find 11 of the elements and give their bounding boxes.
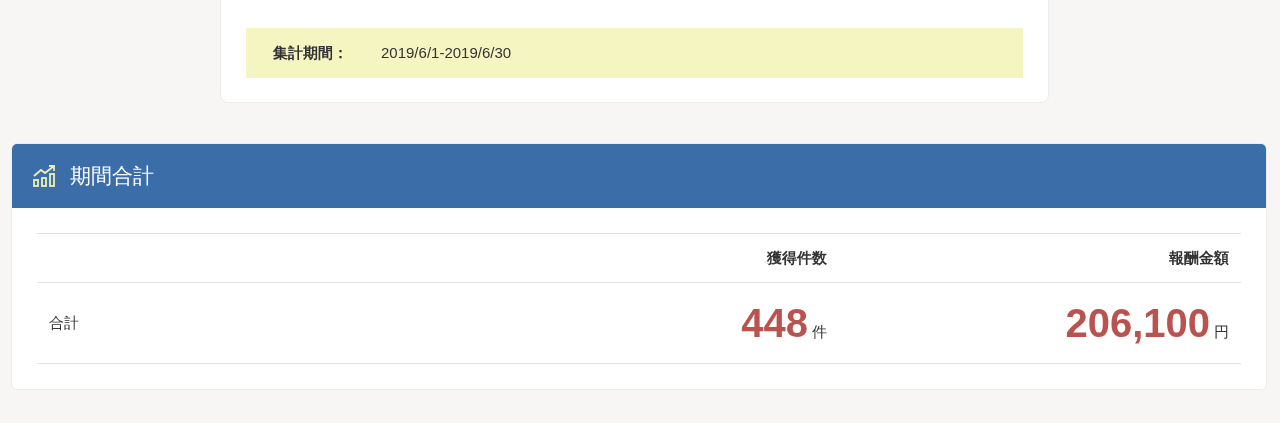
chart-icon (32, 164, 58, 188)
period-label: 集計期間： (273, 42, 349, 63)
count-unit: 件 (812, 322, 827, 342)
amount-value: 206,100 (1065, 300, 1210, 347)
panel-title: 期間合計 (70, 163, 154, 190)
column-header: 獲得件数 (767, 247, 828, 268)
row-label: 合計 (48, 312, 79, 333)
amount-unit: 円 (1214, 322, 1229, 342)
column-header: 報酬金額 (1169, 247, 1230, 268)
period-value: 2019/6/1-2019/6/30 (381, 42, 512, 63)
count-value: 448 (741, 300, 808, 347)
